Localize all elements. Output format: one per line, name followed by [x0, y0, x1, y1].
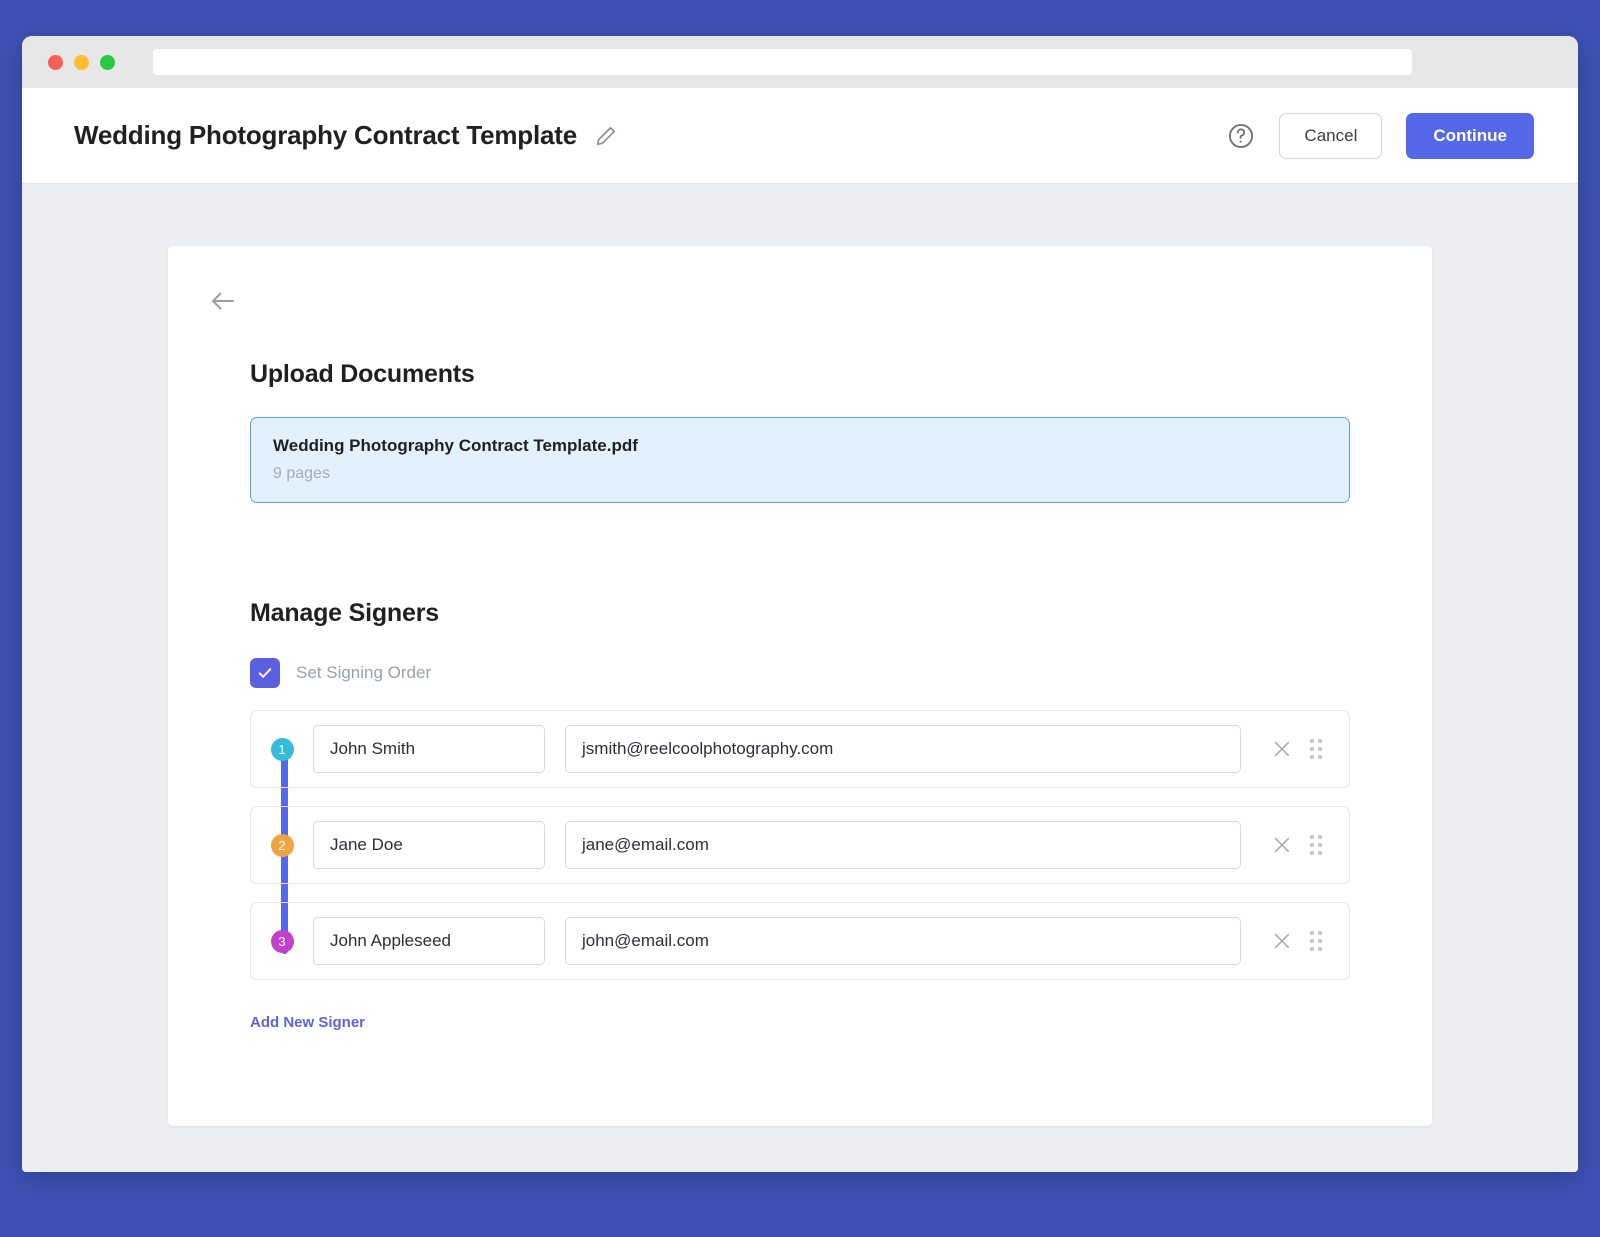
- check-icon: [256, 664, 274, 682]
- app-header: Wedding Photography Contract Template Ca…: [22, 88, 1578, 184]
- continue-button[interactable]: Continue: [1406, 113, 1534, 159]
- uploaded-file-card[interactable]: Wedding Photography Contract Template.pd…: [250, 417, 1350, 503]
- help-circle-icon[interactable]: [1227, 122, 1255, 150]
- signer-order-badge: 3: [271, 930, 294, 953]
- manage-signers-section: Manage Signers Set Signing Order 1: [168, 599, 1432, 1032]
- upload-documents-section: Upload Documents Wedding Photography Con…: [168, 360, 1432, 503]
- signer-email-input[interactable]: jane@email.com: [565, 821, 1241, 869]
- page-title: Wedding Photography Contract Template: [74, 120, 577, 151]
- signer-list: 1 John Smith jsmith@reelcoolphotography.…: [250, 710, 1350, 980]
- drag-handle-icon[interactable]: [1299, 835, 1333, 855]
- manage-signers-heading: Manage Signers: [250, 599, 1350, 628]
- uploaded-file-name: Wedding Photography Contract Template.pd…: [273, 436, 1327, 456]
- close-icon[interactable]: [1265, 930, 1299, 952]
- signer-order-badge-cell: 1: [251, 738, 313, 761]
- header-actions: Cancel Continue: [1227, 113, 1534, 159]
- minimize-window-button[interactable]: [74, 55, 89, 70]
- table-row: 3 John Appleseed john@email.com: [250, 902, 1350, 980]
- table-row: 1 John Smith jsmith@reelcoolphotography.…: [250, 710, 1350, 788]
- app-body: Upload Documents Wedding Photography Con…: [22, 184, 1578, 1172]
- close-icon[interactable]: [1265, 834, 1299, 856]
- address-bar[interactable]: [153, 49, 1412, 75]
- signer-email-input[interactable]: john@email.com: [565, 917, 1241, 965]
- signer-order-badge-cell: 2: [251, 834, 313, 857]
- set-signing-order-row[interactable]: Set Signing Order: [250, 658, 1350, 688]
- window-controls: [38, 55, 115, 70]
- pencil-icon[interactable]: [595, 125, 617, 147]
- uploaded-file-pages: 9 pages: [273, 465, 1327, 483]
- close-window-button[interactable]: [48, 55, 63, 70]
- browser-window: Wedding Photography Contract Template Ca…: [22, 36, 1578, 1172]
- signer-name-input[interactable]: John Appleseed: [313, 917, 545, 965]
- signer-email-input[interactable]: jsmith@reelcoolphotography.com: [565, 725, 1241, 773]
- zoom-window-button[interactable]: [100, 55, 115, 70]
- add-new-signer-button[interactable]: Add New Signer: [250, 1014, 365, 1031]
- drag-handle-icon[interactable]: [1299, 739, 1333, 759]
- set-signing-order-checkbox[interactable]: [250, 658, 280, 688]
- signer-order-badge-cell: 3: [251, 930, 313, 953]
- upload-documents-heading: Upload Documents: [250, 360, 1350, 389]
- signer-order-badge: 2: [271, 834, 294, 857]
- close-icon[interactable]: [1265, 738, 1299, 760]
- content-card: Upload Documents Wedding Photography Con…: [168, 246, 1432, 1126]
- arrow-left-icon[interactable]: [202, 280, 244, 322]
- table-row: 2 Jane Doe jane@email.com: [250, 806, 1350, 884]
- signer-name-input[interactable]: John Smith: [313, 725, 545, 773]
- set-signing-order-label: Set Signing Order: [296, 663, 431, 683]
- drag-handle-icon[interactable]: [1299, 931, 1333, 951]
- browser-chrome-bar: [22, 36, 1578, 88]
- back-row: [168, 280, 1432, 322]
- signer-name-input[interactable]: Jane Doe: [313, 821, 545, 869]
- signer-order-badge: 1: [271, 738, 294, 761]
- cancel-button[interactable]: Cancel: [1279, 113, 1382, 159]
